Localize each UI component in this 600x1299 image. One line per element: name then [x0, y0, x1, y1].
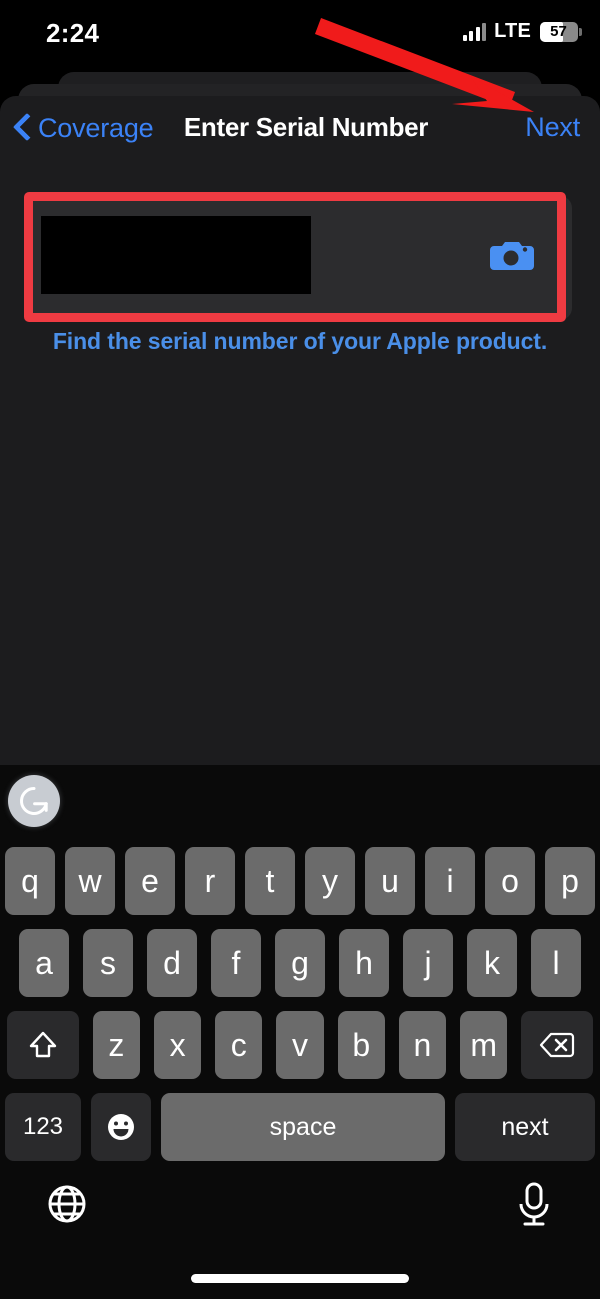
key-i[interactable]: i — [425, 847, 475, 915]
shift-icon[interactable] — [6, 1011, 79, 1079]
next-button[interactable]: Next — [525, 112, 580, 143]
numbers-key[interactable]: 123 — [5, 1093, 81, 1161]
status-indicators: LTE 57 — [462, 20, 582, 43]
key-f[interactable]: f — [211, 929, 261, 997]
key-z[interactable]: z — [92, 1011, 140, 1079]
key-u[interactable]: u — [365, 847, 415, 915]
key-j[interactable]: j — [403, 929, 453, 997]
key-l[interactable]: l — [531, 929, 581, 997]
find-serial-number-link[interactable]: Find the serial number of your Apple pro… — [0, 328, 600, 355]
status-bar: 2:24 LTE 57 — [0, 0, 600, 66]
keyboard-row-2: a s d f g h j k l — [0, 929, 600, 997]
key-o[interactable]: o — [485, 847, 535, 915]
key-m[interactable]: m — [460, 1011, 508, 1079]
key-s[interactable]: s — [83, 929, 133, 997]
key-t[interactable]: t — [245, 847, 295, 915]
emoji-icon[interactable] — [91, 1093, 151, 1161]
phone-screen: 2:24 LTE 57 Coverage Enter Serial Number… — [0, 0, 600, 1299]
globe-icon[interactable] — [44, 1181, 90, 1232]
serial-number-input[interactable] — [28, 196, 572, 320]
cellular-signal-icon — [462, 22, 487, 41]
network-type-label: LTE — [494, 20, 531, 42]
key-r[interactable]: r — [185, 847, 235, 915]
key-v[interactable]: v — [276, 1011, 324, 1079]
key-e[interactable]: e — [125, 847, 175, 915]
key-c[interactable]: c — [215, 1011, 263, 1079]
key-k[interactable]: k — [467, 929, 517, 997]
keyboard-bottom-bar — [0, 1181, 600, 1241]
keyboard-row-3: z x c v b n m — [0, 1011, 600, 1079]
keyboard-rows: q w e r t y u i o p a s d f g h j k l z … — [0, 847, 600, 1175]
key-b[interactable]: b — [337, 1011, 385, 1079]
page-title: Enter Serial Number — [183, 112, 429, 142]
key-p[interactable]: p — [545, 847, 595, 915]
key-q[interactable]: q — [5, 847, 55, 915]
camera-icon[interactable] — [490, 238, 534, 274]
grammarly-icon[interactable] — [8, 775, 60, 827]
key-g[interactable]: g — [275, 929, 325, 997]
keyboard-row-1: q w e r t y u i o p — [0, 847, 600, 915]
on-screen-keyboard: q w e r t y u i o p a s d f g h j k l z … — [0, 765, 600, 1299]
return-key[interactable]: next — [455, 1093, 595, 1161]
microphone-icon[interactable] — [512, 1181, 556, 1236]
backspace-icon[interactable] — [521, 1011, 594, 1079]
key-d[interactable]: d — [147, 929, 197, 997]
key-w[interactable]: w — [65, 847, 115, 915]
redaction-block — [41, 216, 311, 294]
battery-icon: 57 — [540, 21, 582, 42]
keyboard-row-4: 123 space next — [0, 1093, 600, 1161]
key-h[interactable]: h — [339, 929, 389, 997]
key-a[interactable]: a — [19, 929, 69, 997]
home-indicator — [191, 1274, 409, 1283]
key-y[interactable]: y — [305, 847, 355, 915]
key-n[interactable]: n — [398, 1011, 447, 1079]
battery-percent-label: 57 — [550, 22, 567, 40]
status-time: 2:24 — [46, 18, 100, 48]
key-x[interactable]: x — [153, 1011, 202, 1079]
navigation-bar: Coverage Enter Serial Number Next — [0, 96, 600, 166]
space-key[interactable]: space — [161, 1093, 445, 1161]
